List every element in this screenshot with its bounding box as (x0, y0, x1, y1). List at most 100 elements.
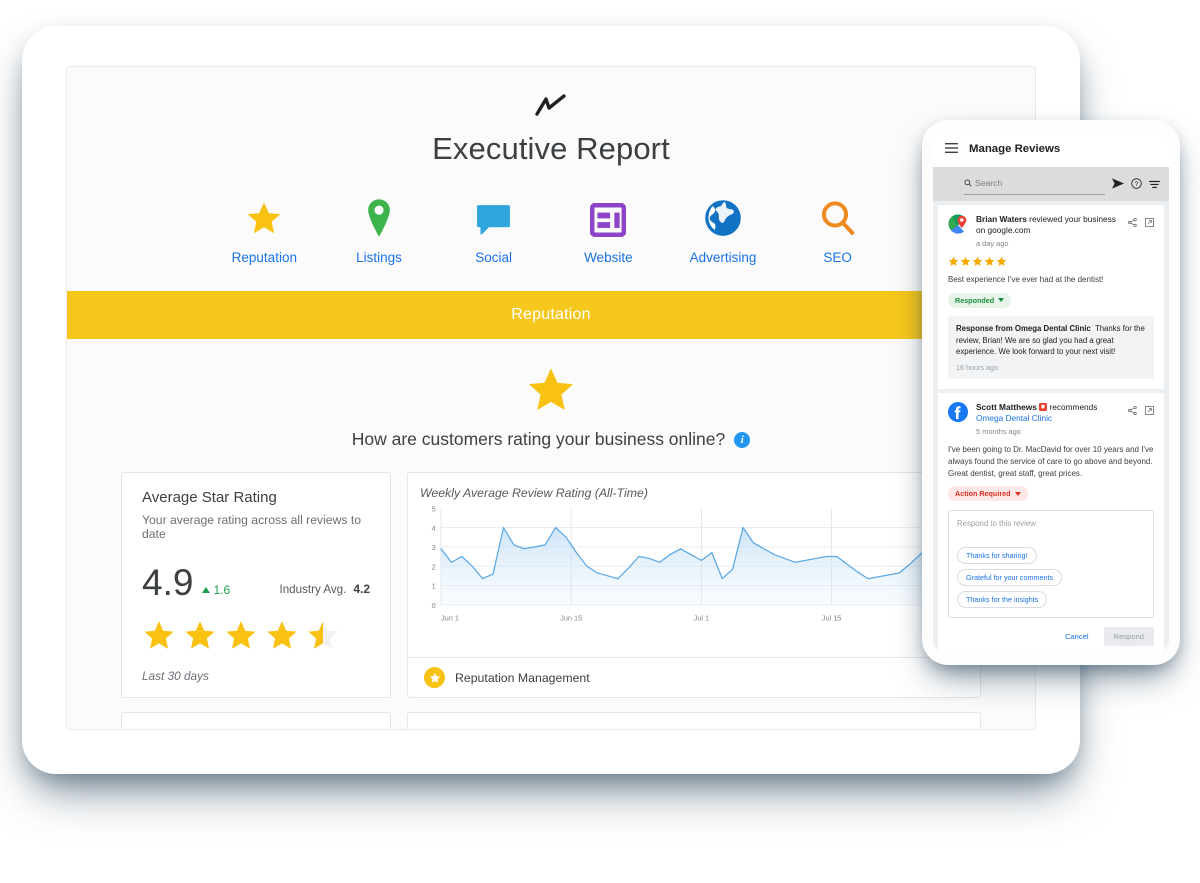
review-body: I've been going to Dr. MacDavid for over… (948, 445, 1154, 478)
star-icon (960, 257, 971, 267)
status-badge-label: Responded (955, 295, 995, 305)
phone-app-bar: Manage Reviews (933, 130, 1169, 167)
phone-review-feed[interactable]: Brian Waters reviewed your business on g… (933, 201, 1169, 655)
star-badge-icon (424, 667, 445, 688)
nav-item-advertising[interactable]: Advertising (666, 197, 781, 265)
search-input[interactable]: Search (964, 174, 1105, 195)
open-external-icon[interactable] (1145, 214, 1154, 232)
svg-text:5: 5 (432, 504, 436, 513)
svg-text:0: 0 (432, 601, 436, 610)
nav-label: Advertising (689, 250, 757, 265)
svg-text:?: ? (1135, 181, 1139, 188)
reviewer-name: Scott Matthews (976, 402, 1037, 413)
globe-icon (704, 197, 742, 237)
chevron-down-icon (1014, 491, 1021, 496)
svg-text:Jun 1: Jun 1 (441, 614, 459, 623)
reviews-row: New Reviews The number of new reviews yo… (67, 698, 1035, 729)
hamburger-menu-icon[interactable] (945, 140, 958, 158)
suggestion-chip[interactable]: Grateful for your comments (957, 569, 1063, 587)
page-title: Executive Report (432, 131, 670, 166)
card-title: Average Star Rating (142, 489, 277, 506)
trend-line-icon (67, 89, 1035, 123)
info-icon[interactable]: i (734, 431, 751, 448)
review-body: Best experience I've ever had at the den… (948, 275, 1104, 285)
nav-label: Social (475, 250, 513, 265)
star-icon (948, 257, 959, 267)
respond-actions: Cancel Respond (948, 627, 1154, 647)
help-circle-icon[interactable]: ? (1131, 176, 1142, 194)
svg-text:Jul 15: Jul 15 (822, 614, 842, 623)
reviewer-name: Brian Waters (976, 214, 1027, 224)
review-ago: 5 months ago (976, 427, 1021, 437)
suggestion-chip[interactable]: Thanks for sharing! (957, 547, 1037, 565)
phone-title: Manage Reviews (969, 143, 1061, 155)
industry-average-value: 4.2 (353, 582, 370, 596)
weekly-average-review-rating-chart: 012345Jun 1Jun 15Jul 1Jul 15Aug 1 (432, 504, 966, 623)
average-score-value: 4.9 (142, 562, 194, 603)
review-source: google.com (987, 225, 1031, 236)
nav-item-website[interactable]: Website (551, 197, 666, 265)
review-source-link[interactable]: Omega Dental Clinic (976, 413, 1052, 423)
filter-icon[interactable] (1149, 176, 1160, 194)
card-title: Most Recent Reviews (408, 713, 980, 729)
star-icon (245, 197, 283, 237)
chevron-down-icon (998, 298, 1005, 303)
facebook-icon (948, 402, 968, 423)
open-external-icon[interactable] (1145, 402, 1154, 420)
suggestion-chip[interactable]: Thanks for the insights (957, 591, 1048, 609)
phone-device-frame: Manage Reviews Search ? Brian Waters rev… (922, 120, 1180, 665)
svg-text:Jun 15: Jun 15 (560, 614, 582, 623)
section-star-icon (67, 365, 1035, 415)
status-badge-action-required[interactable]: Action Required (948, 486, 1028, 502)
most-recent-reviews-card: Most Recent Reviews (407, 712, 981, 729)
phone-screen: Manage Reviews Search ? Brian Waters rev… (933, 130, 1169, 655)
review-title: Brian Waters reviewed your business on g… (976, 214, 1116, 249)
share-icon[interactable] (1128, 214, 1137, 232)
weekly-rating-chart-card: Weekly Average Review Rating (All-Time) … (407, 472, 981, 698)
review-action: recommends (1049, 402, 1098, 413)
review-card: Brian Waters reviewed your business on g… (938, 205, 1164, 390)
cancel-button[interactable]: Cancel (1059, 628, 1095, 645)
chart-area: Weekly Average Review Rating (All-Time) … (408, 473, 980, 657)
speech-bubble-icon (475, 197, 512, 237)
respond-textarea[interactable]: Respond to this review Thanks for sharin… (948, 510, 1154, 619)
nav-item-reputation[interactable]: Reputation (207, 197, 322, 265)
nav-item-seo[interactable]: SEO (780, 197, 895, 265)
status-badge-label: Action Required (955, 489, 1011, 499)
review-header: Brian Waters reviewed your business on g… (948, 214, 1154, 249)
star-icon (996, 257, 1007, 267)
rating-footnote: Last 30 days (142, 669, 209, 683)
nav-label: SEO (823, 250, 852, 265)
report-nav: Reputation Listings Social Website Adver… (67, 197, 1035, 291)
send-icon[interactable] (1112, 176, 1124, 194)
score-delta: 1.6 (202, 583, 230, 597)
response-author: Response from Omega Dental Clinic (956, 323, 1091, 333)
star-icon (185, 621, 215, 649)
new-reviews-card: New Reviews The number of new reviews yo… (121, 712, 391, 729)
chart-title: Weekly Average Review Rating (All-Time) (420, 486, 648, 500)
star-icon (226, 621, 256, 649)
google-maps-icon (948, 214, 968, 234)
review-star-rating (948, 256, 1154, 267)
star-half-icon (308, 621, 338, 649)
nav-label: Website (584, 250, 633, 265)
executive-report-panel: Executive Report Reputation Listings Soc… (66, 66, 1036, 730)
status-badge-responded[interactable]: Responded (948, 292, 1012, 308)
card-subtitle: Your average rating across all reviews t… (142, 513, 362, 541)
nav-item-listings[interactable]: Listings (322, 197, 437, 265)
screenshot-stage: Executive Report Reputation Listings Soc… (0, 0, 1200, 883)
nav-label: Reputation (231, 250, 297, 265)
metrics-row: Average Star Rating Your average rating … (67, 450, 1035, 698)
industry-average: Industry Avg. 4.2 (280, 582, 371, 596)
share-icon[interactable] (1128, 402, 1137, 420)
star-icon (144, 621, 174, 649)
respond-button[interactable]: Respond (1103, 627, 1154, 647)
reputation-section: How are customers rating your business o… (67, 339, 1035, 729)
section-banner-reputation: Reputation (67, 291, 1035, 339)
nav-item-social[interactable]: Social (436, 197, 551, 265)
review-ago: a day ago (976, 239, 1009, 249)
search-icon (964, 174, 972, 192)
star-icon (972, 257, 983, 267)
respond-placeholder: Respond to this review (957, 519, 1036, 529)
report-header: Executive Report Reputation Listings Soc… (67, 67, 1035, 291)
